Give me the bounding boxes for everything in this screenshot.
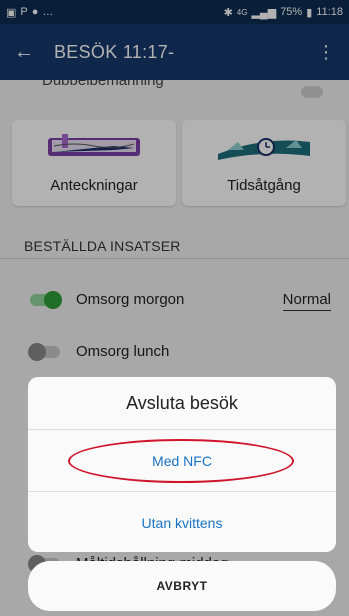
without-receipt-label: Utan kvittens [141,514,223,531]
with-nfc-option[interactable]: Med NFC [28,430,336,492]
cancel-button[interactable]: AVBRYT [28,561,336,611]
highlight-ring [68,439,294,483]
end-visit-dialog: Avsluta besök Med NFC Utan kvittens [28,377,336,552]
dialog-title: Avsluta besök [28,377,336,430]
without-receipt-option[interactable]: Utan kvittens [28,492,336,552]
